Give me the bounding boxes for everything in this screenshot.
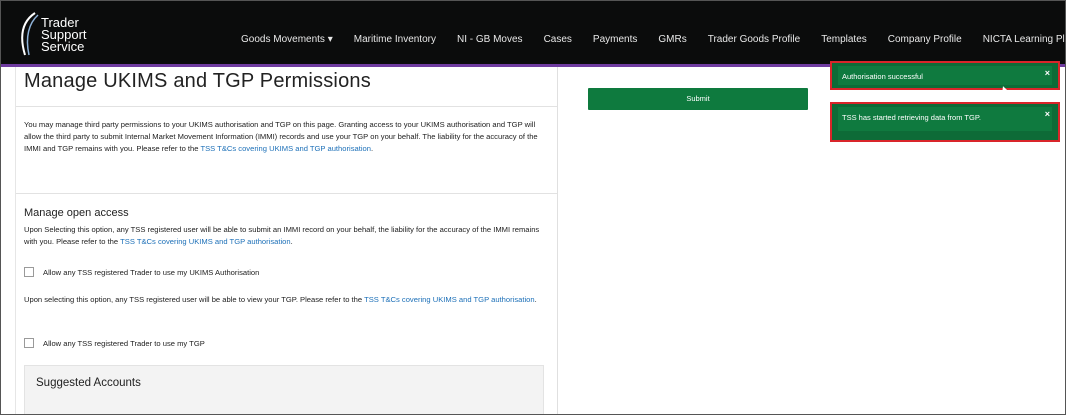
suggested-accounts-heading: Suggested Accounts	[36, 377, 141, 389]
toast-message: Authorisation successful	[842, 72, 923, 81]
intro-paragraph: You may manage third party permissions t…	[24, 119, 544, 155]
submit-button[interactable]: Submit	[588, 88, 808, 110]
page-title: Manage UKIMS and TGP Permissions	[24, 70, 371, 92]
app-window: Trader Support Service Goods Movements ▾…	[0, 0, 1066, 415]
open-access-terms-link[interactable]: TSS T&Cs covering UKIMS and TGP authoris…	[120, 237, 291, 246]
logo-line-3: Service	[41, 39, 85, 54]
nav-templates[interactable]: Templates	[821, 34, 867, 45]
trader-support-service-logo[interactable]: Trader Support Service	[15, 11, 95, 57]
top-navigation-bar: Trader Support Service Goods Movements ▾…	[1, 1, 1065, 67]
open-access-end: .	[290, 237, 293, 246]
nav-nicta-learning-platform[interactable]: NICTA Learning Platf	[983, 34, 1065, 45]
logo-swoosh-icon	[21, 12, 39, 56]
tgp-paragraph: Upon selecting this option, any TSS regi…	[24, 294, 544, 306]
tgp-text: Upon selecting this option, any TSS regi…	[24, 295, 365, 304]
tgp-checkbox[interactable]	[24, 338, 34, 348]
logo-text: Trader Support Service	[41, 16, 87, 54]
toast-tgp-retrieving: TSS has started retrieving data from TGP…	[830, 102, 1060, 142]
nav-maritime-inventory[interactable]: Maritime Inventory	[354, 34, 436, 45]
nav-gmrs[interactable]: GMRs	[658, 34, 686, 45]
tgp-terms-link[interactable]: TSS T&Cs covering UKIMS and TGP authoris…	[364, 295, 535, 304]
close-icon[interactable]: ×	[1045, 109, 1050, 119]
ukims-checkbox-label: Allow any TSS registered Trader to use m…	[43, 267, 260, 277]
nav-ni-gb-moves[interactable]: NI - GB Moves	[457, 34, 523, 45]
intro-terms-link[interactable]: TSS T&Cs covering UKIMS and TGP authoris…	[200, 144, 371, 153]
tgp-checkbox-row[interactable]: Allow any TSS registered Trader to use m…	[24, 338, 205, 348]
nav-payments[interactable]: Payments	[593, 34, 637, 45]
close-icon[interactable]: ×	[1045, 68, 1050, 78]
toast-message: TSS has started retrieving data from TGP…	[842, 113, 981, 122]
divider	[16, 106, 557, 107]
intro-end: .	[370, 144, 374, 153]
main-nav: Goods Movements ▾ Maritime Inventory NI …	[241, 34, 1065, 45]
tgp-checkbox-label: Allow any TSS registered Trader to use m…	[43, 338, 205, 348]
ukims-checkbox-row[interactable]: Allow any TSS registered Trader to use m…	[24, 267, 259, 277]
nav-goods-movements[interactable]: Goods Movements ▾	[241, 34, 333, 45]
open-access-heading: Manage open access	[24, 207, 129, 219]
permissions-panel: Manage UKIMS and TGP Permissions You may…	[15, 67, 558, 414]
tgp-end: .	[534, 295, 537, 304]
nav-company-profile[interactable]: Company Profile	[888, 34, 962, 45]
ukims-checkbox[interactable]	[24, 267, 34, 277]
toast-authorisation-successful: Authorisation successful ×	[830, 61, 1060, 90]
suggested-accounts-section: Suggested Accounts	[24, 365, 544, 414]
divider	[16, 193, 557, 194]
open-access-paragraph: Upon Selecting this option, any TSS regi…	[24, 224, 544, 248]
nav-trader-goods-profile[interactable]: Trader Goods Profile	[708, 34, 800, 45]
nav-cases[interactable]: Cases	[544, 34, 572, 45]
